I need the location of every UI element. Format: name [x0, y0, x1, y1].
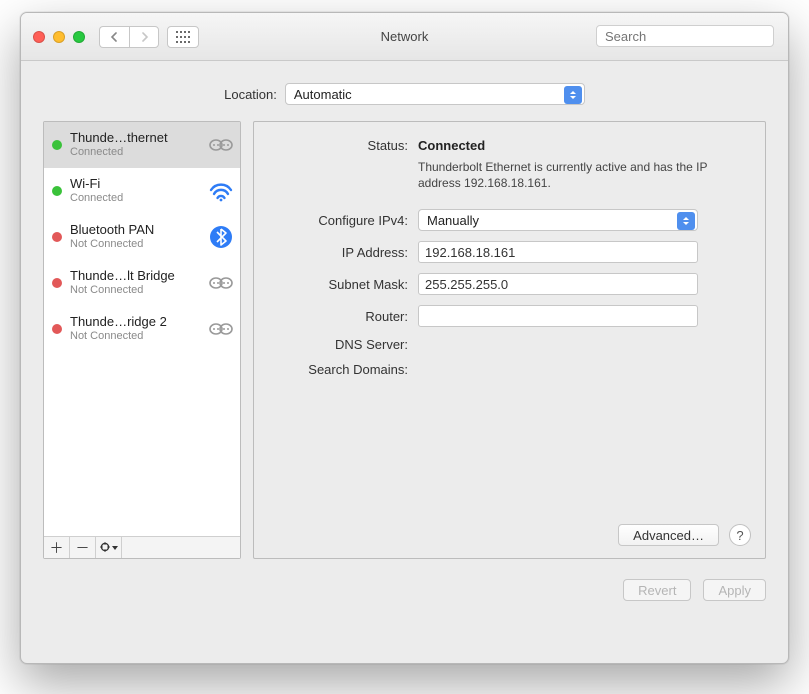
service-item-wifi[interactable]: Wi-Fi Connected — [44, 168, 240, 214]
advanced-button[interactable]: Advanced… — [618, 524, 719, 546]
search-domains-label: Search Domains: — [272, 362, 408, 377]
ethernet-icon — [208, 270, 234, 296]
zoom-window-button[interactable] — [73, 31, 85, 43]
revert-button[interactable]: Revert — [623, 579, 691, 601]
service-name: Thunde…ridge 2 — [70, 315, 200, 330]
status-dot-icon — [52, 186, 62, 196]
forward-button[interactable] — [129, 26, 159, 48]
subnet-mask-label: Subnet Mask: — [272, 277, 408, 292]
bluetooth-icon — [208, 224, 234, 250]
service-name: Wi-Fi — [70, 177, 200, 192]
service-status: Not Connected — [70, 284, 200, 297]
status-dot-icon — [52, 278, 62, 288]
minimize-window-button[interactable] — [53, 31, 65, 43]
remove-service-button[interactable]: － — [70, 537, 96, 558]
location-select[interactable]: Automatic — [285, 83, 585, 105]
search-field[interactable] — [596, 25, 774, 47]
status-value: Connected — [418, 138, 485, 153]
service-status: Connected — [70, 146, 200, 159]
network-prefs-window: Network Location: Automatic Thunde…thern… — [20, 12, 789, 664]
back-button[interactable] — [99, 26, 129, 48]
ethernet-icon — [208, 132, 234, 158]
location-label: Location: — [224, 87, 277, 102]
location-value: Automatic — [294, 87, 352, 102]
status-dot-icon — [52, 232, 62, 242]
ethernet-icon — [208, 316, 234, 342]
dns-server-label: DNS Server: — [272, 337, 408, 352]
service-name: Thunde…lt Bridge — [70, 269, 200, 284]
router-label: Router: — [272, 309, 408, 324]
service-item-thunderbolt-bridge[interactable]: Thunde…lt Bridge Not Connected — [44, 260, 240, 306]
service-item-thunderbolt-ethernet[interactable]: Thunde…thernet Connected — [44, 122, 240, 168]
service-status: Connected — [70, 192, 200, 205]
titlebar: Network — [21, 13, 788, 61]
service-name: Bluetooth PAN — [70, 223, 200, 238]
chevron-updown-icon — [564, 86, 582, 104]
status-label: Status: — [272, 138, 408, 153]
window-controls — [33, 31, 85, 43]
subnet-mask-input[interactable] — [418, 273, 698, 295]
service-status: Not Connected — [70, 238, 200, 251]
ip-address-input[interactable] — [418, 241, 698, 263]
service-status: Not Connected — [70, 330, 200, 343]
show-all-button[interactable] — [167, 26, 199, 48]
configure-ipv4-label: Configure IPv4: — [272, 213, 408, 228]
services-sidebar: Thunde…thernet Connected Wi-Fi Connected — [43, 121, 241, 559]
help-button[interactable]: ? — [729, 524, 751, 546]
status-description: Thunderbolt Ethernet is currently active… — [418, 159, 738, 191]
service-details-panel: Status: Connected Thunderbolt Ethernet i… — [253, 121, 766, 559]
search-input[interactable] — [603, 28, 783, 45]
close-window-button[interactable] — [33, 31, 45, 43]
services-footer: ＋ － — [44, 536, 240, 558]
configure-ipv4-value: Manually — [427, 213, 479, 228]
services-list: Thunde…thernet Connected Wi-Fi Connected — [44, 122, 240, 536]
apply-button[interactable]: Apply — [703, 579, 766, 601]
wifi-icon — [208, 178, 234, 204]
add-service-button[interactable]: ＋ — [44, 537, 70, 558]
service-actions-menu[interactable] — [96, 537, 122, 558]
status-dot-icon — [52, 324, 62, 334]
service-item-bluetooth-pan[interactable]: Bluetooth PAN Not Connected — [44, 214, 240, 260]
service-item-thunderbolt-bridge-2[interactable]: Thunde…ridge 2 Not Connected — [44, 306, 240, 352]
configure-ipv4-select[interactable]: Manually — [418, 209, 698, 231]
status-dot-icon — [52, 140, 62, 150]
chevron-updown-icon — [677, 212, 695, 230]
ip-address-label: IP Address: — [272, 245, 408, 260]
service-name: Thunde…thernet — [70, 131, 200, 146]
router-input[interactable] — [418, 305, 698, 327]
